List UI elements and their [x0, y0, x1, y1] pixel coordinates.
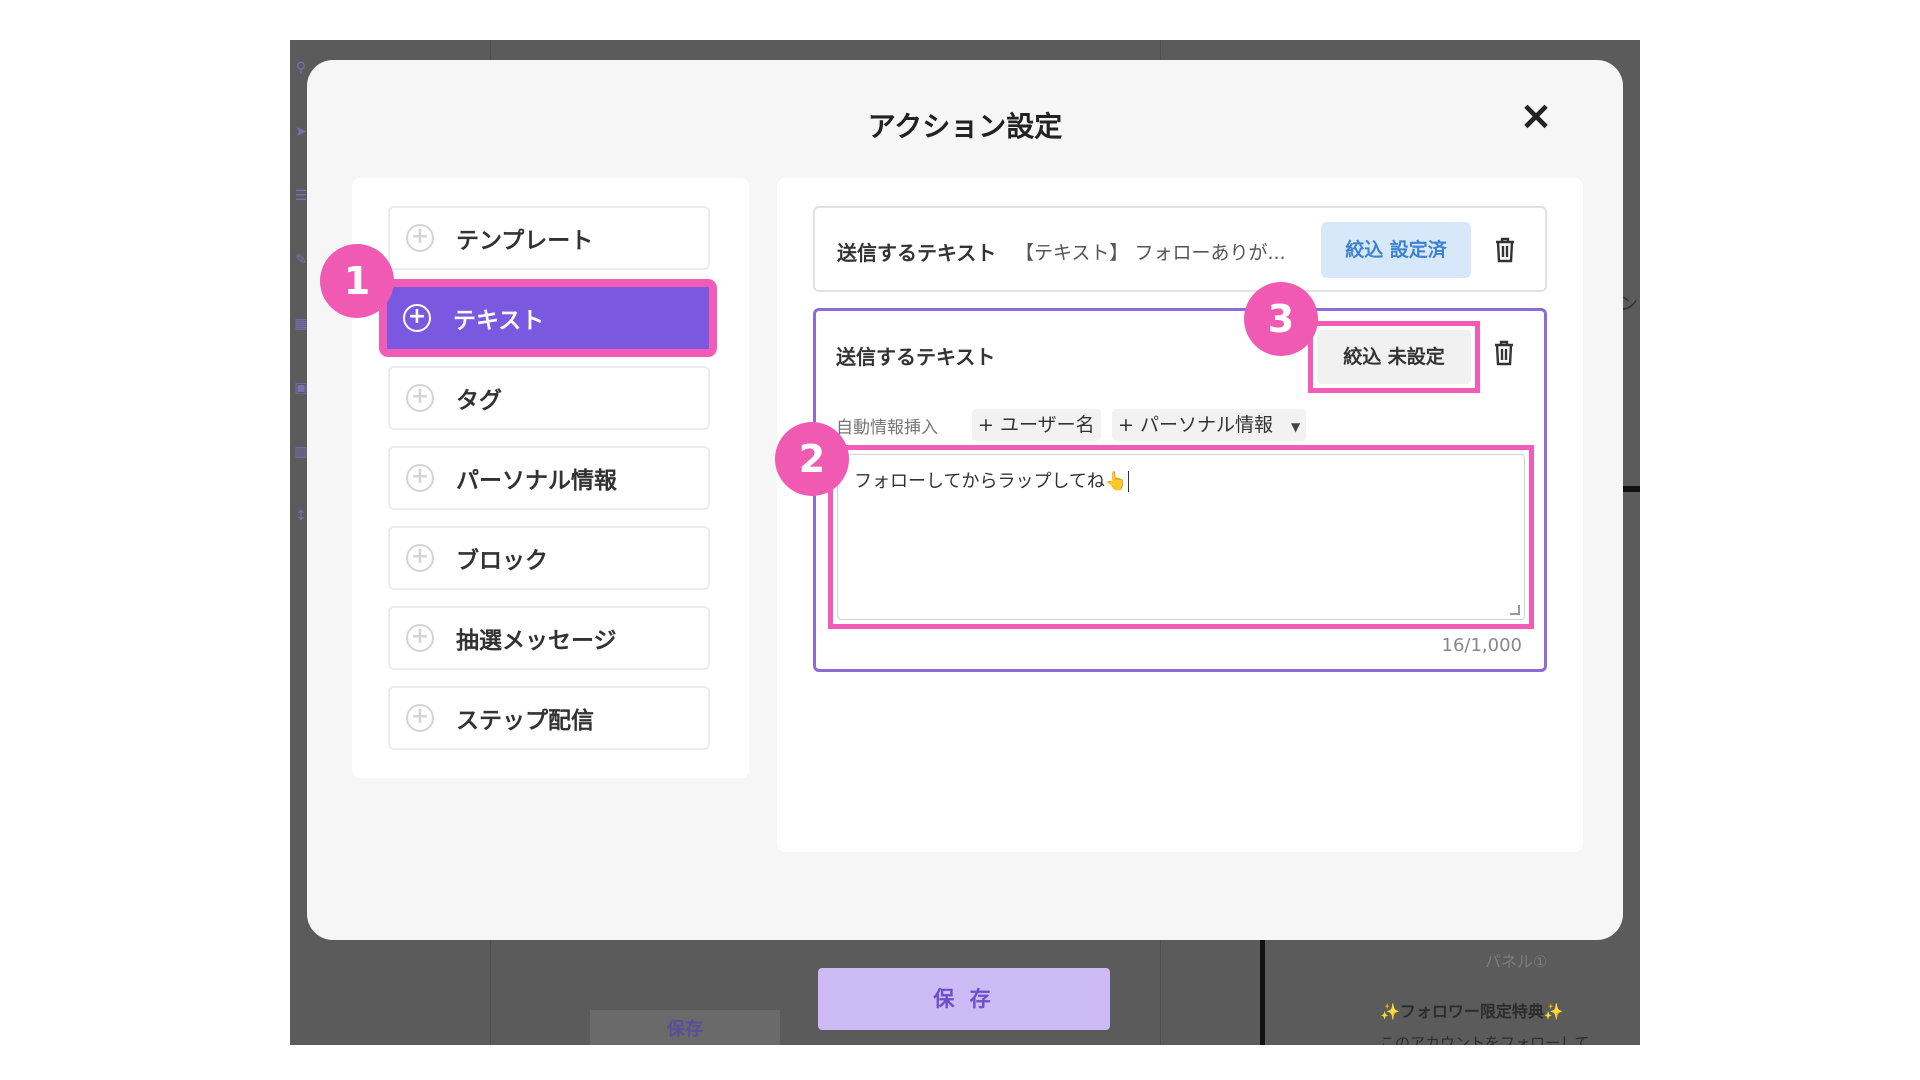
plus-circle-icon: +: [406, 704, 434, 732]
action-item-label: ブロック: [456, 548, 548, 574]
plus-circle-icon: +: [406, 224, 434, 252]
trash-icon[interactable]: [1493, 236, 1517, 264]
action-item-text[interactable]: + テキスト: [382, 282, 714, 354]
action-item-label: パーソナル情報: [456, 468, 617, 494]
insert-personal-info-label: + パーソナル情報: [1118, 414, 1273, 436]
modal-title: アクション設定: [867, 110, 1063, 143]
action-item-label: テキスト: [453, 308, 545, 334]
auto-insert-label: 自動情報挿入: [836, 418, 938, 438]
action-item-label: ステップ配信: [456, 708, 594, 734]
action-settings-modal: アクション設定 × + テンプレート + テキスト + タグ + パーソナル情報…: [307, 60, 1623, 940]
message-preview: 【テキスト】 フォローありが...: [1015, 242, 1286, 264]
bg-divider: [1260, 940, 1265, 1045]
action-item-block[interactable]: + ブロック: [388, 526, 710, 590]
message-editor-panel: 送信するテキスト 【テキスト】 フォローありが... 絞込 設定済 送信するテキ…: [777, 178, 1583, 852]
plus-circle-icon: +: [406, 384, 434, 412]
filter-unset-label: 絞込 未設定: [1317, 330, 1471, 384]
char-count: 16/1,000: [1441, 635, 1523, 656]
action-item-lottery-message[interactable]: + 抽選メッセージ: [388, 606, 710, 670]
resize-handle-icon[interactable]: [1510, 605, 1520, 615]
message-type-label: 送信するテキスト: [837, 241, 997, 265]
message-card-editing: 送信するテキスト 絞込 未設定 自動情報挿入 + ユーザー名 + パーソナル情報…: [813, 308, 1547, 672]
plus-circle-icon: +: [403, 304, 431, 332]
step-badge-2: 2: [775, 422, 849, 496]
bg-follower-title: ✨フォロワー限定特典✨: [1380, 1002, 1564, 1021]
bg-divider: [1620, 486, 1640, 492]
action-item-label: 抽選メッセージ: [456, 628, 617, 654]
message-text-input[interactable]: フォローしてからラップしてね👆: [837, 454, 1525, 620]
text-cursor: [1128, 471, 1130, 492]
insert-username-chip[interactable]: + ユーザー名: [972, 409, 1101, 441]
action-list-panel: + テンプレート + テキスト + タグ + パーソナル情報 + ブロック + …: [352, 178, 749, 778]
filter-unset-button[interactable]: 絞込 未設定: [1308, 321, 1480, 393]
action-item-label: タグ: [456, 388, 502, 414]
action-item-label: テンプレート: [456, 228, 594, 254]
message-text-value: フォローしてからラップしてね👆: [854, 471, 1128, 492]
insert-personal-info-dropdown[interactable]: + パーソナル情報 ▼: [1112, 409, 1307, 441]
message-card[interactable]: 送信するテキスト 【テキスト】 フォローありが... 絞込 設定済: [813, 206, 1547, 292]
trash-icon[interactable]: [1492, 339, 1516, 367]
action-item-template[interactable]: + テンプレート: [388, 206, 710, 270]
plus-circle-icon: +: [406, 624, 434, 652]
text-input-highlight: フォローしてからラップしてね👆: [828, 445, 1534, 629]
filter-set-button[interactable]: 絞込 設定済: [1321, 222, 1471, 278]
step-badge-1: 1: [320, 244, 394, 318]
plus-circle-icon: +: [406, 544, 434, 572]
close-icon[interactable]: ×: [1514, 94, 1558, 138]
message-type-label: 送信するテキスト: [836, 345, 996, 369]
action-item-personal-info[interactable]: + パーソナル情報: [388, 446, 710, 510]
action-item-step-delivery[interactable]: + ステップ配信: [388, 686, 710, 750]
action-item-tag[interactable]: + タグ: [388, 366, 710, 430]
chevron-down-icon: ▼: [1290, 420, 1301, 434]
step-badge-3: 3: [1244, 282, 1318, 356]
bg-follower-text: このアカウントをフォローして: [1380, 1034, 1590, 1045]
save-button[interactable]: 保 存: [818, 968, 1110, 1030]
bg-save-button: 保存: [590, 1010, 780, 1045]
plus-circle-icon: +: [406, 464, 434, 492]
bg-panel-label: パネル①: [1485, 952, 1548, 971]
